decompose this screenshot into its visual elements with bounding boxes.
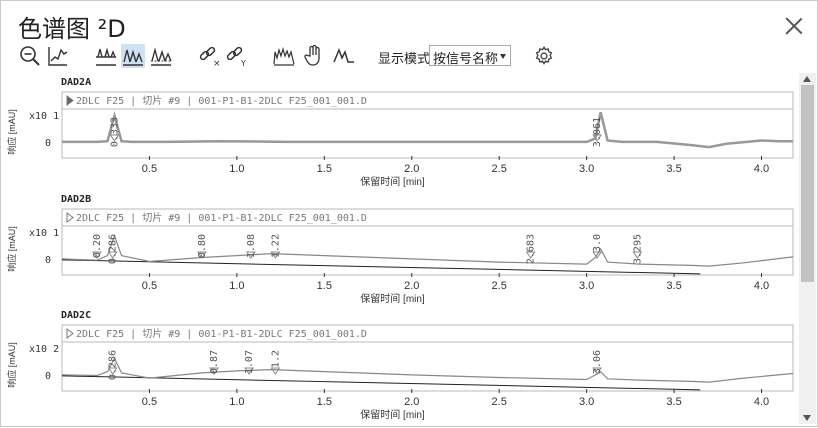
x-tick-label: 0.5 — [142, 163, 157, 175]
x-tick-label: 1.5 — [317, 280, 332, 292]
x-axis-label: 保留时间 [min] — [360, 408, 425, 421]
x-tick-label: 1.5 — [317, 396, 332, 408]
x-axis-label: 保留时间 [min] — [360, 175, 425, 188]
link-x-icon[interactable]: × — [198, 44, 222, 68]
x-tick-label: 4.0 — [754, 163, 769, 175]
close-icon[interactable] — [785, 17, 803, 35]
scroll-down-icon[interactable] — [803, 415, 811, 421]
y-tick-label: 0 — [45, 255, 51, 266]
y-exponent: x10 1 — [29, 111, 59, 122]
peak-label: 0.333 — [109, 117, 120, 147]
y-axis-label: 响应 [mAU] — [6, 109, 17, 155]
signal-panel-dad2b: DAD2B 2DLC F25 | 切片 #9 | 001-P1-B1-2DLC … — [1, 194, 799, 312]
chevron-down-icon — [500, 54, 506, 59]
signal-panel-dad2c: DAD2C 2DLC F25 | 切片 #9 | 001-P1-B1-2DLC … — [1, 310, 799, 428]
plot-area — [61, 108, 794, 159]
x-tick-label: 1.5 — [317, 163, 332, 175]
x-tick-label: 2.0 — [404, 163, 419, 175]
x-tick-label: 4.0 — [754, 280, 769, 292]
x-tick-label: 0.5 — [142, 280, 157, 292]
chromatogram-window: 色谱图 ²D × Y 显示模式 按信号名称 DAD2A 2DLC F25 | 切… — [0, 0, 818, 427]
chromatogram-plot[interactable]: 2DLC F25 | 切片 #9 | 001-P1-B1-2DLC F25_00… — [1, 310, 799, 428]
sample-header: 2DLC F25 | 切片 #9 | 001-P1-B1-2DLC F25_00… — [76, 211, 367, 224]
x-tick-label: 2.5 — [492, 163, 507, 175]
peak-label: 0.87 — [209, 350, 220, 374]
y-axis-label: 响应 [mAU] — [6, 342, 17, 388]
link-y-icon[interactable]: Y — [225, 44, 249, 68]
display-mode-label: 显示模式 — [378, 51, 431, 66]
svg-text:Y: Y — [240, 59, 246, 68]
gear-icon[interactable] — [533, 45, 555, 67]
scroll-thumb[interactable] — [801, 85, 814, 282]
y-tick-label: 0 — [45, 138, 51, 149]
peak-icon[interactable] — [332, 44, 356, 68]
x-tick-label: 3.5 — [666, 280, 681, 292]
peak-label: 0.286 — [108, 350, 119, 380]
signal-panel-dad2a: DAD2A 2DLC F25 | 切片 #9 | 001-P1-B1-2DLC … — [1, 77, 799, 195]
peak-label: 1.08 — [246, 234, 257, 258]
peak-label: 3.0 — [592, 234, 603, 252]
peak-label: 2.683 — [526, 234, 537, 264]
x-tick-label: 2.5 — [492, 280, 507, 292]
sample-header: 2DLC F25 | 切片 #9 | 001-P1-B1-2DLC F25_00… — [76, 327, 367, 340]
x-tick-label: 3.5 — [666, 396, 681, 408]
x-tick-label: 2.0 — [404, 396, 419, 408]
scroll-up-icon[interactable] — [803, 76, 811, 82]
window-title: 色谱图 ²D — [18, 15, 126, 43]
display-mode-select[interactable]: 按信号名称 — [429, 45, 511, 66]
peak-label: 1.07 — [244, 350, 255, 374]
pan-hand-icon[interactable] — [302, 44, 326, 68]
vertical-scrollbar[interactable] — [799, 73, 816, 424]
single-stack-icon[interactable] — [94, 44, 118, 68]
y-tick-label: 0 — [45, 371, 51, 382]
peak-label: 1.22 — [270, 234, 281, 258]
peak-label: 3.295 — [632, 234, 643, 264]
peak-label: 0.286 — [108, 234, 119, 264]
x-tick-label: 3.0 — [579, 396, 594, 408]
x-tick-label: 3.0 — [579, 280, 594, 292]
x-tick-label: 3.5 — [666, 163, 681, 175]
sample-header: 2DLC F25 | 切片 #9 | 001-P1-B1-2DLC F25_00… — [76, 94, 367, 107]
peak-label: 3.06 — [592, 350, 603, 374]
x-tick-label: 2.5 — [492, 396, 507, 408]
x-tick-label: 0.5 — [142, 396, 157, 408]
zoom-out-icon[interactable] — [18, 44, 42, 68]
peak-label: 1.2 — [270, 350, 281, 368]
chromatogram-plot[interactable]: 2DLC F25 | 切片 #9 | 001-P1-B1-2DLC F25_00… — [1, 77, 799, 195]
chromatogram-plot[interactable]: 2DLC F25 | 切片 #9 | 001-P1-B1-2DLC F25_00… — [1, 194, 799, 312]
y-axis-label: 响应 [mAU] — [6, 226, 17, 272]
spectrum-icon[interactable] — [272, 44, 296, 68]
x-tick-label: 1.0 — [229, 163, 244, 175]
peak-label: 0.80 — [197, 234, 208, 258]
y-exponent: x10 2 — [29, 344, 59, 355]
x-tick-label: 1.0 — [229, 280, 244, 292]
peak-label: 0.20 — [92, 234, 103, 258]
peak-label: 3.061 — [592, 117, 603, 147]
x-axis-label: 保留时间 [min] — [360, 292, 425, 305]
display-mode-value: 按信号名称 — [433, 51, 499, 66]
x-tick-label: 2.0 — [404, 280, 419, 292]
x-tick-label: 3.0 — [579, 163, 594, 175]
x-tick-label: 1.0 — [229, 396, 244, 408]
y-exponent: x10 1 — [29, 228, 59, 239]
svg-text:×: × — [213, 59, 221, 68]
x-tick-label: 4.0 — [754, 396, 769, 408]
overlay-stack-icon[interactable] — [121, 44, 145, 68]
autoscale-icon[interactable] — [46, 44, 70, 68]
stack-offset-icon[interactable] — [149, 44, 173, 68]
